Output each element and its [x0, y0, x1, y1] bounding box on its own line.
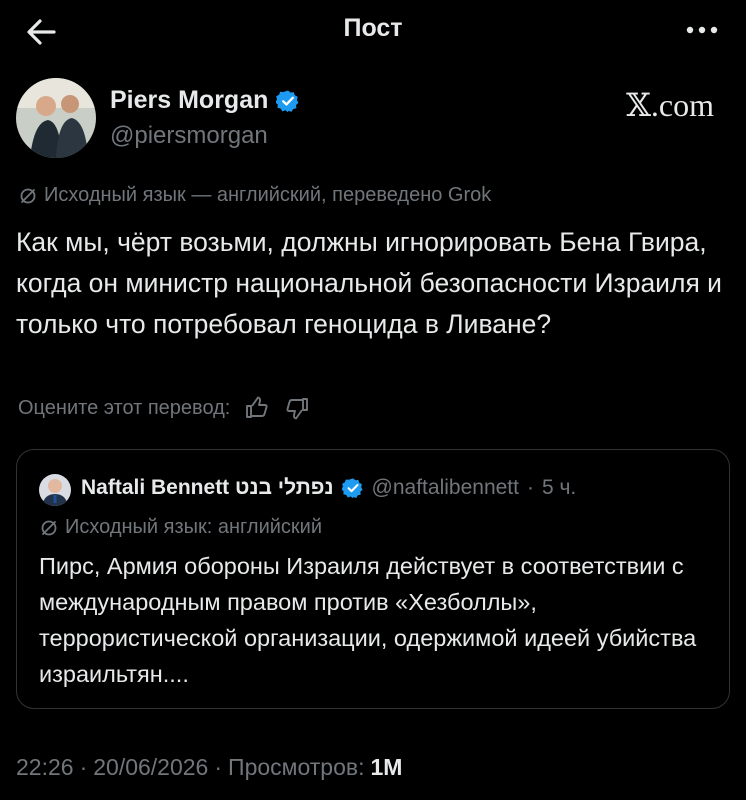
quote-author-name[interactable]: Naftali Bennett נפתלי בנט [81, 476, 334, 500]
quote-time[interactable]: 5 ч. [542, 476, 576, 500]
rate-prompt: Оцените этот перевод: [18, 396, 231, 419]
quote-header: Naftali Bennett נפתלי בנט @naftalibennet… [81, 476, 576, 500]
translation-note: Исходный язык — английский, переведено G… [18, 184, 491, 207]
quote-handle[interactable]: @naftalibennett [372, 476, 519, 500]
post-text: Как мы, чёрт возьми, должны игнорировать… [16, 227, 722, 339]
post-meta: 22:26 · 20/06/2026 · Просмотров: 1M [16, 754, 402, 781]
author-name[interactable]: Piers Morgan [110, 86, 300, 115]
more-icon [686, 26, 718, 34]
verified-badge-icon [341, 478, 363, 499]
quote-translation-note: Исходный язык: английский [39, 516, 322, 539]
quote-text: Пирс, Армия обороны Израиля действует в … [39, 553, 697, 687]
author-name-text: Piers Morgan [110, 86, 269, 114]
quote-separator: · [526, 476, 534, 499]
avatar[interactable] [16, 78, 96, 158]
post-date[interactable]: 20/06/2026 [93, 754, 208, 781]
views-label: Просмотров: [228, 754, 365, 780]
author-handle[interactable]: @piersmorgan [110, 122, 268, 150]
thumbs-down-button[interactable] [284, 395, 310, 421]
page-title: Пост [343, 14, 403, 42]
thumbs-down-icon [286, 398, 309, 420]
translate-icon [41, 520, 57, 535]
thumbs-up-icon [246, 396, 268, 418]
meta-separator: · [79, 754, 88, 780]
more-button[interactable] [680, 12, 724, 48]
quote-translation-note-text: Исходный язык: английский [65, 516, 323, 538]
post-time[interactable]: 22:26 [16, 754, 74, 781]
quote-avatar[interactable] [39, 474, 71, 506]
rate-translation: Оцените этот перевод: [18, 395, 310, 421]
translation-note-text: Исходный язык — английский, переведено G… [44, 184, 492, 206]
quoted-post[interactable]: Naftali Bennett נפתלי בנט @naftalibennet… [16, 449, 730, 709]
translate-icon [20, 188, 36, 203]
brand-label: 𝕏.com [626, 87, 714, 123]
meta-separator: · [214, 754, 223, 780]
thumbs-up-button[interactable] [244, 395, 270, 421]
views-count: 1M [370, 754, 403, 780]
verified-badge-icon [276, 90, 299, 112]
